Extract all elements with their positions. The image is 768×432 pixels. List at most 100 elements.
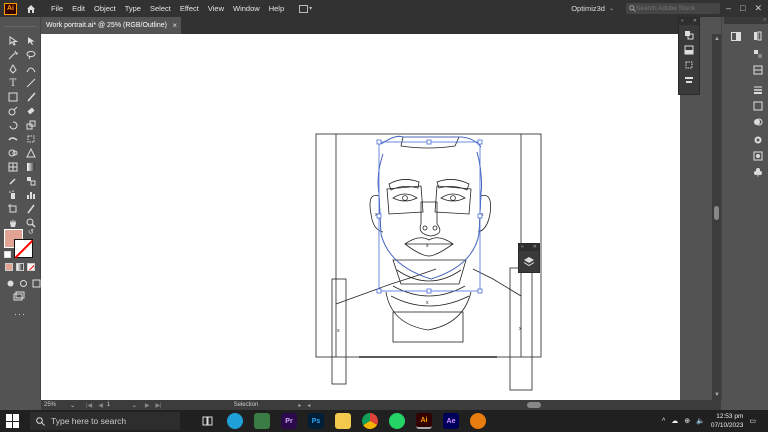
shaper-tool-icon[interactable] bbox=[5, 105, 21, 117]
close-icon[interactable]: × bbox=[172, 21, 177, 30]
chrome-icon[interactable] bbox=[362, 413, 378, 429]
symbols-icon[interactable] bbox=[752, 167, 764, 177]
canvas[interactable]: x x x x x x bbox=[41, 34, 680, 400]
screen-mode-icon[interactable] bbox=[13, 291, 25, 303]
panel-header[interactable]: «✕ bbox=[519, 244, 539, 251]
photoshop-icon[interactable]: Ps bbox=[308, 413, 324, 429]
appearance-icon[interactable] bbox=[752, 135, 764, 145]
toolbar-grip[interactable] bbox=[4, 21, 37, 27]
selection-tool-icon[interactable] bbox=[5, 35, 21, 47]
color-panel-icon[interactable] bbox=[752, 49, 764, 59]
menu-help[interactable]: Help bbox=[269, 4, 284, 13]
rectangle-tool-icon[interactable] bbox=[5, 91, 21, 103]
align-icon[interactable] bbox=[683, 75, 695, 85]
scroll-down-icon[interactable]: ▼ bbox=[714, 392, 720, 398]
home-icon[interactable] bbox=[25, 3, 37, 15]
gradient-mode-icon[interactable] bbox=[16, 263, 24, 271]
start-button[interactable] bbox=[6, 414, 20, 428]
arrange-documents-button[interactable]: ▾ bbox=[299, 4, 312, 13]
properties-icon[interactable] bbox=[683, 45, 695, 55]
onedrive-icon[interactable]: ☁ bbox=[671, 417, 678, 425]
layers-icon[interactable] bbox=[519, 251, 539, 273]
menu-type[interactable]: Type bbox=[125, 4, 141, 13]
file-explorer-icon[interactable] bbox=[335, 413, 351, 429]
scrollbar-thumb[interactable] bbox=[714, 206, 719, 220]
magic-wand-icon[interactable] bbox=[5, 49, 21, 61]
first-artboard-icon[interactable]: |◀ bbox=[86, 402, 92, 409]
menu-select[interactable]: Select bbox=[150, 4, 171, 13]
direct-selection-tool-icon[interactable] bbox=[23, 35, 39, 47]
panel-header[interactable]: «✕ bbox=[679, 18, 699, 25]
stock-search-input[interactable] bbox=[636, 5, 716, 12]
menu-view[interactable]: View bbox=[208, 4, 224, 13]
eraser-icon[interactable] bbox=[23, 105, 39, 117]
transform-icon[interactable] bbox=[683, 60, 695, 70]
shape-builder-icon[interactable] bbox=[5, 147, 21, 159]
type-tool-icon[interactable]: T bbox=[5, 77, 21, 89]
status-menu-icon[interactable]: ▸ bbox=[298, 402, 301, 409]
pathfinder-icon[interactable] bbox=[683, 30, 695, 40]
menu-object[interactable]: Object bbox=[94, 4, 116, 13]
collapse-dock-button[interactable]: » bbox=[724, 17, 768, 24]
free-transform-icon[interactable] bbox=[23, 133, 39, 145]
after-effects-icon[interactable]: Ae bbox=[443, 413, 459, 429]
scroll-up-icon[interactable]: ▲ bbox=[714, 36, 720, 42]
slice-tool-icon[interactable] bbox=[23, 203, 39, 215]
blend-tool-icon[interactable] bbox=[23, 175, 39, 187]
default-colors-icon[interactable] bbox=[4, 251, 11, 258]
minimize-icon[interactable]: – bbox=[726, 3, 731, 14]
app-icon[interactable] bbox=[254, 413, 270, 429]
symbol-sprayer-icon[interactable] bbox=[5, 189, 21, 201]
close-icon[interactable]: ✕ bbox=[754, 3, 762, 14]
notifications-icon[interactable]: ▭ bbox=[749, 417, 756, 425]
rotate-tool-icon[interactable] bbox=[5, 119, 21, 131]
chevron-up-icon[interactable]: ^ bbox=[662, 418, 665, 425]
mesh-tool-icon[interactable] bbox=[5, 161, 21, 173]
color-mode-icon[interactable] bbox=[5, 263, 13, 271]
line-tool-icon[interactable] bbox=[23, 77, 39, 89]
taskbar-search[interactable]: Type here to search bbox=[30, 412, 180, 430]
gradient-tool-icon[interactable] bbox=[23, 161, 39, 173]
last-artboard-icon[interactable]: ▶| bbox=[155, 402, 161, 409]
menu-effect[interactable]: Effect bbox=[180, 4, 199, 13]
curvature-tool-icon[interactable] bbox=[23, 63, 39, 75]
edit-toolbar-icon[interactable]: ··· bbox=[14, 309, 26, 319]
color-guide-icon[interactable] bbox=[752, 65, 764, 75]
menu-window[interactable]: Window bbox=[233, 4, 260, 13]
libraries-icon[interactable] bbox=[752, 31, 764, 41]
document-tab[interactable]: Work portrait.ai* @ 25% (RGB/Outline) × bbox=[41, 17, 181, 34]
none-mode-icon[interactable] bbox=[27, 263, 35, 271]
draw-inside-icon[interactable] bbox=[31, 277, 41, 289]
warp-tool-icon[interactable] bbox=[5, 133, 21, 145]
draw-normal-icon[interactable] bbox=[5, 277, 15, 289]
paintbrush-icon[interactable] bbox=[23, 91, 39, 103]
pen-tool-icon[interactable] bbox=[5, 63, 21, 75]
properties-panel-icon[interactable] bbox=[730, 31, 742, 41]
stroke-color-swatch[interactable] bbox=[14, 239, 33, 258]
workspace-switcher[interactable]: Optimiz3d bbox=[571, 4, 605, 13]
next-artboard-icon[interactable]: ▶ bbox=[145, 402, 150, 409]
vertical-scrollbar[interactable]: ▲ ▼ bbox=[712, 34, 721, 400]
premiere-icon[interactable]: Pr bbox=[281, 413, 297, 429]
eyedropper-icon[interactable] bbox=[5, 175, 21, 187]
zoom-field[interactable]: 25% ⌄ bbox=[44, 402, 78, 409]
maximize-icon[interactable]: □ bbox=[740, 3, 745, 14]
edge-icon[interactable] bbox=[227, 413, 243, 429]
volume-icon[interactable]: 🔈 bbox=[696, 417, 705, 425]
perspective-grid-icon[interactable] bbox=[23, 147, 39, 159]
chevron-down-icon[interactable]: ⌄ bbox=[609, 5, 614, 12]
network-icon[interactable]: ⊕ bbox=[684, 417, 690, 425]
stock-search[interactable] bbox=[626, 3, 720, 14]
graphic-styles-icon[interactable] bbox=[752, 151, 764, 161]
swap-colors-icon[interactable]: ↺ bbox=[28, 228, 34, 236]
blender-icon[interactable] bbox=[470, 413, 486, 429]
horizontal-scrollbar-thumb[interactable] bbox=[527, 402, 541, 408]
menu-file[interactable]: File bbox=[51, 4, 63, 13]
draw-behind-icon[interactable] bbox=[18, 277, 28, 289]
prev-artboard-icon[interactable]: ◀ bbox=[98, 402, 103, 409]
stroke-panel-icon[interactable] bbox=[752, 85, 764, 95]
clock[interactable]: 12:53 pm 07/10/2023 bbox=[711, 412, 744, 430]
scroll-left-icon[interactable]: ◂ bbox=[307, 402, 310, 409]
gradient-panel-icon[interactable] bbox=[752, 101, 764, 111]
artboard-number-field[interactable]: 1 ⌄ bbox=[107, 402, 137, 409]
